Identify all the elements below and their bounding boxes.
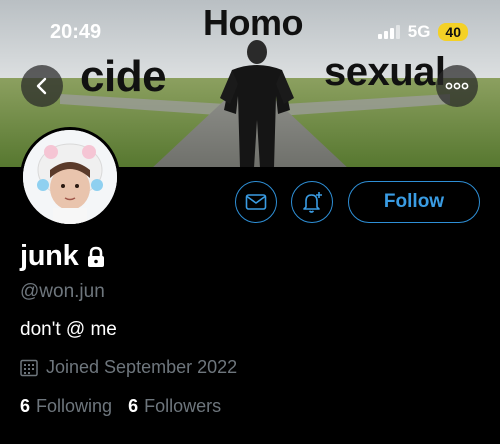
battery-icon: 40: [438, 23, 468, 41]
back-button[interactable]: [21, 65, 63, 107]
status-indicators: 5G 40: [377, 22, 468, 42]
username-handle: @won.jun: [20, 281, 105, 302]
banner-text-sexual: sexual: [324, 50, 446, 94]
followers-label: Followers: [144, 396, 222, 416]
follow-button[interactable]: Follow: [348, 181, 480, 223]
banner-man-figure: [220, 40, 294, 167]
followers-link[interactable]: 6 Followers: [128, 396, 221, 417]
notifications-button[interactable]: [291, 181, 333, 223]
banner-text-homo: Homo: [203, 2, 304, 43]
display-name: junk: [20, 240, 79, 272]
follow-counts: 6 Following 6 Followers: [20, 396, 221, 417]
status-time: 20:49: [50, 21, 102, 43]
avatar-image: [23, 130, 117, 224]
following-link[interactable]: 6 Following: [20, 396, 112, 417]
notification-bell-icon: [303, 192, 322, 213]
back-arrow-icon: [36, 77, 47, 95]
more-options-button[interactable]: [436, 65, 478, 107]
display-name-row: junk: [20, 240, 106, 273]
signal-icon: [377, 25, 400, 39]
joined-date: Joined September 2022: [46, 357, 238, 377]
followers-count: 6: [128, 396, 139, 416]
joined-date-row: Joined September 2022: [20, 357, 237, 378]
more-icon: [445, 82, 469, 90]
following-count: 6: [20, 396, 31, 416]
following-label: Following: [36, 396, 113, 416]
network-type: 5G: [407, 22, 431, 41]
mail-icon: [245, 194, 267, 210]
profile-avatar[interactable]: [20, 127, 120, 227]
banner-text-cide: cide: [80, 52, 167, 101]
calendar-icon: [20, 359, 38, 376]
lock-icon: [88, 246, 105, 267]
profile-bio: don't @ me: [20, 319, 117, 340]
message-button[interactable]: [235, 181, 277, 223]
